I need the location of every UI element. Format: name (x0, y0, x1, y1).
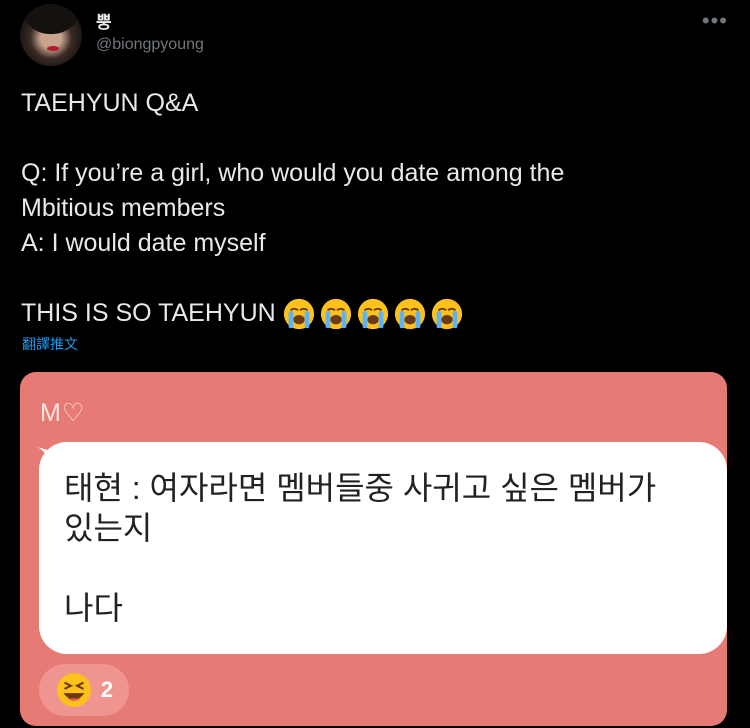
avatar[interactable] (20, 4, 82, 66)
loudly-crying-face-icon (357, 298, 388, 329)
loudly-crying-face-icon (394, 298, 425, 329)
emoji-row (282, 297, 464, 331)
loudly-crying-face-icon (283, 298, 314, 329)
avatar-lip (47, 46, 59, 51)
author-handle[interactable]: @biongpyoung (96, 36, 204, 54)
more-icon[interactable]: ••• (702, 10, 728, 32)
tweet-text: TAEHYUN Q&A Q: If you’re a girl, who wou… (21, 86, 721, 331)
chat-bubble-text: 태현 : 여자라면 멤버들중 사귀고 싶은 멤버가 있는지 나다 (64, 470, 657, 626)
grinning-squinting-face-icon (56, 673, 91, 707)
reaction-badge[interactable]: 2 (39, 664, 129, 716)
tweet-image[interactable]: M♡ 태현 : 여자라면 멤버들중 사귀고 싶은 멤버가 있는지 나다 2 (20, 372, 727, 726)
loudly-crying-face-icon (431, 298, 462, 329)
tweet-line-qa: Q: If you’re a girl, who would you date … (21, 159, 565, 257)
author-name[interactable]: 뿡 (96, 8, 112, 33)
tweet-line-comment: THIS IS SO TAEHYUN (21, 296, 721, 331)
card-logo: M♡ (40, 399, 86, 427)
loudly-crying-face-icon (320, 298, 351, 329)
tweet-line-title: TAEHYUN Q&A (21, 89, 199, 117)
chat-bubble: 태현 : 여자라면 멤버들중 사귀고 싶은 멤버가 있는지 나다 (39, 442, 727, 654)
avatar-hair (20, 4, 82, 34)
tweet-line-comment-text: THIS IS SO TAEHYUN (21, 299, 276, 327)
reaction-count: 2 (100, 677, 114, 702)
translate-link[interactable]: 翻譯推文 (22, 334, 78, 354)
